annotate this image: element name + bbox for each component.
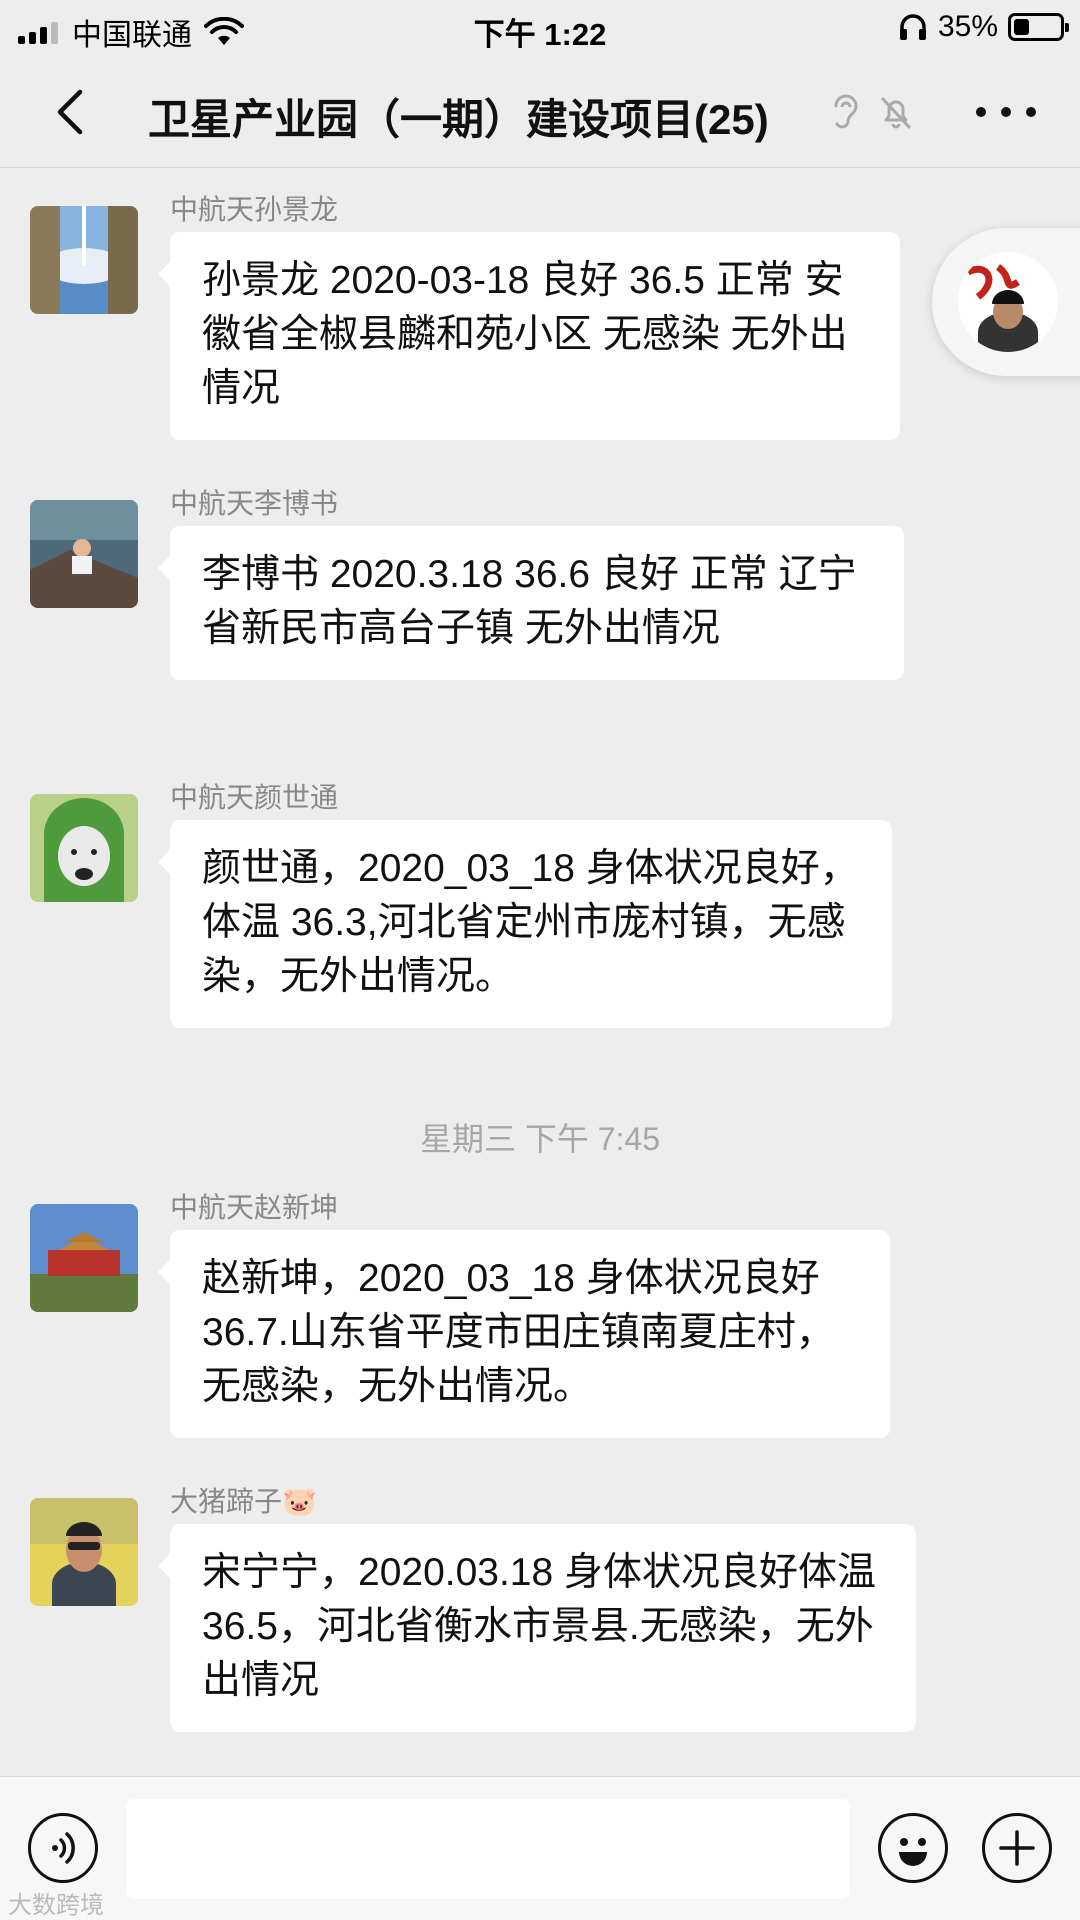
emoji-button[interactable] [878,1813,948,1883]
watermark: 大数跨境 [8,1892,104,1919]
chat-header: 卫星产业园（一期）建设项目(25) [0,56,1080,168]
message-bubble[interactable]: 赵新坤，2020_03_18 身体状况良好 36.7.山东省平度市田庄镇南夏庄村… [158,1230,890,1438]
avatar[interactable] [30,1498,138,1606]
avatar[interactable] [30,1204,138,1312]
battery-percent: 35% [937,10,998,43]
sender-name: 大猪蹄子🐷 [170,1486,317,1517]
status-right: 35% [898,10,1069,44]
avatar-image [30,500,138,608]
back-button[interactable] [44,84,100,140]
time-divider: 星期三 下午 7:45 [419,1121,661,1157]
voice-icon [52,1832,75,1864]
battery-icon [1008,13,1069,41]
message-bubble[interactable]: 颜世通，2020_03_18 身体状况良好，体温 36.3,河北省定州市庞村镇，… [158,820,892,1028]
floating-window[interactable] [932,228,1080,376]
avatar-image [30,1498,138,1606]
message-bubble[interactable]: 孙景龙 2020-03-18 良好 36.5 正常 安徽省全椒县麟和苑小区 无感… [158,232,900,440]
back-icon [57,89,83,135]
ear-icon [834,94,858,129]
voice-button[interactable] [28,1813,98,1883]
chat-title: 卫星产业园（一期）建设项目(25) [148,96,769,143]
sender-name: 中航天颜世通 [170,782,339,813]
message-bubble[interactable]: 李博书 2020.3.18 36.6 良好 正常 辽宁省新民市高台子镇 无外出情… [158,526,904,680]
more-icon [976,107,986,117]
avatar[interactable] [30,206,138,314]
status-bar: 中国联通 下午 1:22 35% [0,0,1080,56]
mute-bell-icon [880,96,912,130]
more-functions-button[interactable] [982,1813,1052,1883]
avatar[interactable] [30,500,138,608]
sender-name: 中航天李博书 [170,488,339,519]
sender-name: 中航天孙景龙 [170,194,339,225]
floating-avatar-image [958,252,1058,352]
avatar-image [30,794,138,902]
message-input[interactable] [126,1799,850,1899]
headphones-icon [899,14,926,40]
plus-icon [999,1830,1035,1866]
title-status-icons [828,92,916,132]
emoji-icon [899,1838,927,1866]
avatar[interactable] [30,794,138,902]
message-bubble[interactable]: 宋宁宁，2020.03.18 身体状况良好体温 36.5，河北省衡水市景县.无感… [158,1524,916,1732]
more-button[interactable] [976,92,1036,132]
avatar-image [30,1204,138,1312]
sender-name: 中航天赵新坤 [170,1192,339,1223]
input-bar [0,1776,1080,1920]
avatar-image [30,206,138,314]
floating-avatar [958,252,1058,352]
